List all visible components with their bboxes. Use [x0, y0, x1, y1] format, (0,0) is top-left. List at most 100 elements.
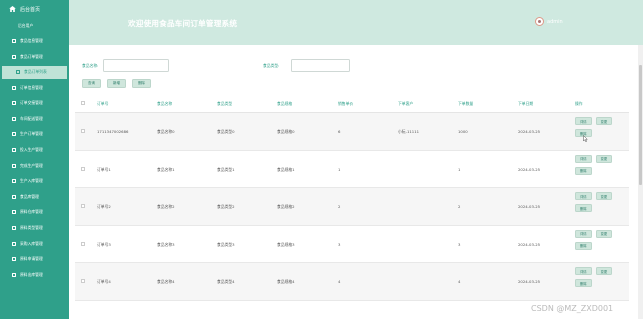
row-checkbox[interactable] — [81, 204, 85, 208]
table-cell-date: 2024-03-25 — [518, 279, 541, 284]
table-cell-spec: 食品规格3 — [277, 241, 295, 247]
sidebar-item[interactable]: 食品信息管理 — [0, 34, 69, 50]
food-name-input[interactable] — [103, 59, 169, 72]
menu-square-icon — [12, 194, 16, 199]
sidebar-item-label: 后台用户 — [18, 22, 34, 28]
sidebar-item-label: 订单信息管理 — [20, 84, 43, 90]
sidebar-item-label: 食品库管理 — [20, 193, 39, 199]
sidebar: 后台首页 后台用户食品信息管理 食品订单管理食品订单列表订单信息管理 订单交接管理车… — [0, 0, 69, 319]
scrollbar[interactable] — [638, 45, 643, 319]
row-actions: 详情 变更 删除 — [575, 117, 621, 137]
menu-square-icon — [12, 132, 16, 137]
sidebar-item-label: 原料申请管理 — [20, 256, 43, 262]
sidebar-item-label: 订单交接管理 — [20, 100, 43, 106]
scrollbar-thumb[interactable] — [639, 65, 642, 185]
food-type-input[interactable] — [291, 59, 350, 72]
user-menu[interactable]: admin — [535, 17, 563, 26]
menu-square-icon — [16, 70, 20, 75]
table-cell-customer: 小阮-11111 — [398, 129, 420, 134]
row-checkbox[interactable] — [81, 166, 85, 171]
sidebar-item[interactable]: 原料仓库管理 — [0, 205, 69, 221]
edit-button[interactable]: 变更 — [595, 117, 613, 125]
sidebar-item[interactable]: 投入生产管理 — [0, 142, 69, 158]
column-header: 销售单价 — [338, 101, 354, 106]
menu-square-icon — [12, 116, 16, 121]
row-delete-button[interactable]: 删除 — [575, 279, 592, 287]
row-delete-button[interactable]: 删除 — [575, 204, 592, 212]
table-cell-qty: 2 — [458, 204, 461, 209]
sidebar-item[interactable]: 后台用户 — [0, 18, 69, 34]
edit-button[interactable]: 变更 — [595, 229, 613, 238]
table-cell-order: 1711347002686 — [97, 129, 129, 134]
username: admin — [547, 18, 563, 25]
sidebar-item[interactable]: 生产入库管理 — [0, 173, 69, 189]
sidebar-home[interactable]: 后台首页 — [0, 0, 69, 18]
detail-button[interactable]: 详情 — [575, 154, 592, 163]
sidebar-item[interactable]: 原料出库管理 — [0, 267, 69, 283]
row-checkbox[interactable] — [81, 279, 85, 283]
sidebar-item-label: 生产订单管理 — [20, 131, 43, 137]
column-header: 下单日期 — [518, 101, 534, 106]
sidebar-item-label: 食品信息管理 — [20, 38, 43, 44]
row-actions: 详情 变更 删除 — [575, 154, 621, 175]
sidebar-menu: 后台用户食品信息管理 食品订单管理食品订单列表订单信息管理 订单交接管理车间配送管理… — [0, 18, 69, 283]
sidebar-item[interactable]: 完成生产管理 — [0, 158, 69, 174]
row-checkbox[interactable] — [81, 129, 85, 133]
sidebar-item[interactable]: 食品订单列表 — [2, 65, 67, 79]
row-delete-button[interactable]: 删除 — [575, 241, 592, 250]
watermark: CSDN @MZ_ZXD001 — [531, 304, 614, 313]
detail-button[interactable]: 详情 — [575, 267, 592, 275]
menu-square-icon — [12, 54, 16, 59]
sidebar-item-label: 食品订单管理 — [20, 53, 43, 59]
page-title: 欢迎使用食品车间订单管理系统 — [128, 19, 238, 28]
table-cell-type: 食品类型2 — [217, 204, 235, 209]
table-cell-spec: 食品规格0 — [277, 129, 295, 134]
table-cell-date: 2024-03-25 — [518, 129, 541, 134]
sidebar-item[interactable]: 原料类型管理 — [0, 220, 69, 236]
menu-square-icon — [12, 101, 16, 106]
menu-square-icon — [12, 39, 16, 44]
table-cell-order: 订单号1 — [97, 166, 111, 172]
sidebar-item[interactable]: 食品库管理 — [0, 189, 69, 205]
menu-square-icon — [12, 210, 16, 215]
table-cell-spec: 食品规格1 — [277, 166, 295, 172]
mouse-pointer-icon — [583, 135, 588, 142]
sidebar-item[interactable]: 订单信息管理 — [0, 80, 69, 96]
detail-button[interactable]: 详情 — [575, 117, 592, 125]
row-actions: 详情 变更 删除 — [575, 267, 621, 287]
detail-button[interactable]: 详情 — [575, 192, 592, 200]
sidebar-item[interactable]: 订单交接管理 — [0, 95, 69, 111]
menu-square-icon — [12, 85, 16, 90]
sidebar-item-label: 采购入库管理 — [20, 240, 43, 246]
column-header: 订单号 — [97, 101, 109, 106]
detail-button[interactable]: 详情 — [575, 229, 592, 238]
search-button[interactable]: 查询 — [82, 79, 101, 88]
table-cell-price: 4 — [338, 279, 341, 284]
food-name-label: 食品名称: — [82, 63, 99, 68]
edit-button[interactable]: 变更 — [595, 267, 613, 275]
sidebar-item[interactable]: 原料申请管理 — [0, 251, 69, 267]
table-cell-date: 2024-03-25 — [518, 166, 541, 172]
sidebar-item[interactable]: 生产订单管理 — [0, 127, 69, 143]
table-cell-date: 2024-03-25 — [518, 204, 541, 209]
home-icon — [9, 6, 16, 12]
table-cell-type: 食品类型0 — [217, 129, 235, 134]
edit-button[interactable]: 变更 — [595, 154, 613, 163]
sidebar-item[interactable]: 车间配送管理 — [0, 111, 69, 127]
add-button[interactable]: 新增 — [107, 79, 126, 88]
row-delete-button[interactable]: 删除 — [575, 166, 592, 175]
delete-button[interactable]: 删除 — [132, 79, 151, 88]
table-cell-price: 3 — [338, 241, 341, 247]
table-cell-name: 食品名称2 — [157, 204, 175, 209]
sidebar-item[interactable]: 采购入库管理 — [0, 236, 69, 252]
table-row: 1711347002686 食品名称0 食品类型0 食品规格0 6 小阮-11111 100… — [75, 113, 629, 151]
menu-square-icon — [12, 225, 16, 230]
column-header: 操作 — [575, 101, 583, 106]
sidebar-item-label: 原料仓库管理 — [20, 209, 43, 215]
edit-button[interactable]: 变更 — [595, 192, 613, 200]
select-all-checkbox[interactable] — [81, 101, 85, 105]
menu-square-icon — [12, 257, 16, 262]
sidebar-item[interactable]: 食品订单管理 — [0, 49, 69, 65]
row-checkbox[interactable] — [81, 241, 85, 246]
menu-square-icon — [12, 163, 16, 168]
